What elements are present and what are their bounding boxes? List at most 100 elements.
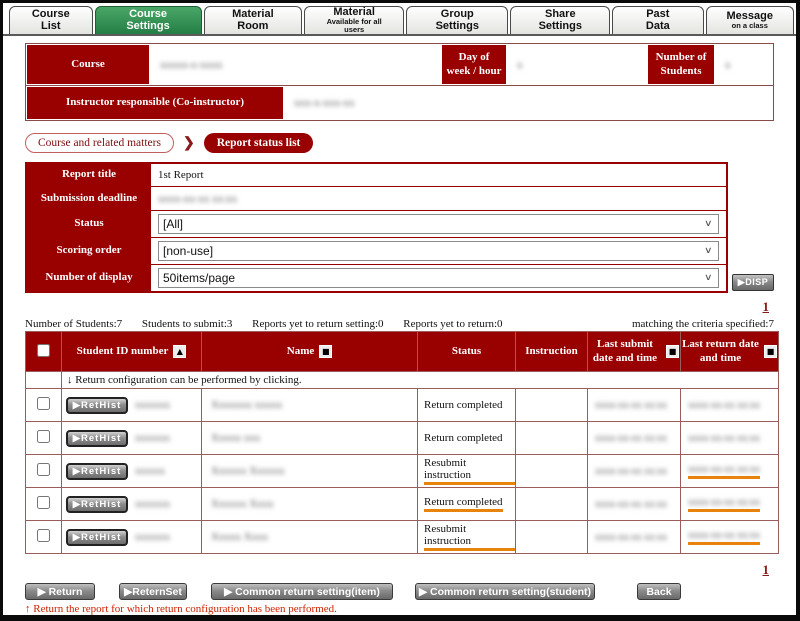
student-name-link[interactable]: Xxxxxx Xxxxxx <box>211 465 285 477</box>
status-value-highlighted: Return completed <box>424 496 503 512</box>
table-header-row: Student ID number▲ Name■ Status Instruct… <box>26 332 779 372</box>
row-checkbox[interactable] <box>37 463 50 476</box>
sort-icon-return[interactable]: ■ <box>764 345 777 358</box>
sort-icon-submit[interactable]: ■ <box>666 345 679 358</box>
last-submit-datetime: xxxx-xx-xx xx:xx <box>595 433 667 444</box>
status-select[interactable]: [All] <box>158 214 719 234</box>
breadcrumb: Course and related matters ❯ Report stat… <box>25 133 774 153</box>
page-1-link-bottom[interactable]: 1 <box>763 562 770 577</box>
student-id: xxxxxxx <box>135 532 170 543</box>
tab-share-settings[interactable]: Share Settings <box>510 6 610 34</box>
student-name-link[interactable]: Xxxxxxx xxxxx <box>211 399 282 411</box>
status-value-highlighted: Resubmit instruction <box>424 457 515 485</box>
tab-material-sublabel: Available for all users <box>316 18 392 34</box>
table-row: ▶RetHist xxxxxxx Xxxxx xxx Return complet… <box>26 422 779 455</box>
back-button[interactable]: Back <box>637 583 681 600</box>
row-checkbox[interactable] <box>37 496 50 509</box>
row-checkbox[interactable] <box>37 430 50 443</box>
display-select-wrap: 50items/page <box>158 268 719 288</box>
status-filter-row: Status [All] <box>27 210 726 237</box>
tab-past-data[interactable]: Past Data <box>612 6 703 34</box>
submission-deadline-label: Submission deadline <box>27 187 151 210</box>
header-instruction: Instruction <box>525 345 578 358</box>
breadcrumb-course-related-matters[interactable]: Course and related matters <box>25 133 174 153</box>
tab-message-sublabel: on a class <box>732 22 768 30</box>
sort-asc-icon[interactable]: ▲ <box>173 345 186 358</box>
last-submit-datetime: xxxx-xx-xx xx:xx <box>595 466 667 477</box>
course-value: xxxxx-x-xxxx <box>150 44 441 85</box>
row-checkbox[interactable] <box>37 529 50 542</box>
table-row: ▶RetHistxxxxxxx Xxxxxx Xxxx Return compl… <box>26 488 779 521</box>
return-set-button[interactable]: ▶ReternSet <box>119 583 187 600</box>
header-last-return: Last return date and time <box>682 338 759 364</box>
scoring-order-row: Scoring order [non-use] <box>27 237 726 264</box>
tab-course-settings[interactable]: Course Settings <box>95 6 202 34</box>
note-empty-cell <box>26 372 62 389</box>
common-return-setting-item-button[interactable]: ▶ Common return setting(item) <box>211 583 393 600</box>
summary-yet-return-setting: Reports yet to return setting:0 <box>252 318 383 330</box>
tab-material-room[interactable]: Material Room <box>204 6 303 34</box>
tab-material[interactable]: Material Available for all users <box>304 6 404 34</box>
last-submit-datetime: xxxx-xx-xx xx:xx <box>595 400 667 411</box>
rethist-button[interactable]: ▶RetHist <box>66 397 128 414</box>
course-label: Course <box>26 44 150 85</box>
instructor-value: xxx-x-xxx-xx <box>284 86 773 120</box>
student-name-link[interactable]: Xxxxx xxx <box>211 432 260 444</box>
status-value: Return completed <box>424 432 503 444</box>
last-submit-datetime: xxxx-xx-xx xx:xx <box>595 532 667 543</box>
sort-icon-name[interactable]: ■ <box>319 345 332 358</box>
day-of-week-label: Day of week / hour <box>441 44 507 85</box>
report-status-table: Student ID number▲ Name■ Status Instruct… <box>25 331 779 554</box>
disp-button[interactable]: ▶DISP <box>732 274 774 291</box>
footer-note: ↑ Return the report for which return con… <box>25 603 774 615</box>
status-filter-label: Status <box>27 211 151 237</box>
rethist-button[interactable]: ▶RetHist <box>66 430 128 447</box>
report-status-page: Course List Course Settings Material Roo… <box>0 0 800 621</box>
summary-students-to-submit: Students to submit:3 <box>142 318 232 330</box>
header-name: Name <box>287 345 315 358</box>
instruction-cell <box>516 389 588 422</box>
status-value-highlighted: Resubmit instruction <box>424 523 515 551</box>
student-name-link[interactable]: Xxxxx Xxxx <box>211 531 268 543</box>
page-1-link-top[interactable]: 1 <box>763 299 770 314</box>
tab-group-settings[interactable]: Group Settings <box>406 6 508 34</box>
header-student-id: Student ID number <box>77 345 169 358</box>
student-id: xxxxxxx <box>135 433 170 444</box>
rethist-button[interactable]: ▶RetHist <box>66 496 128 513</box>
scoring-select-wrap: [non-use] <box>158 241 719 261</box>
scoring-order-select[interactable]: [non-use] <box>158 241 719 261</box>
student-id: xxxxxxx <box>135 400 170 411</box>
filter-table: Report title 1st Report Submission deadl… <box>25 162 728 293</box>
rethist-button[interactable]: ▶RetHist <box>66 529 128 546</box>
return-config-note: ↓ Return configuration can be performed … <box>62 372 779 389</box>
summary-line: Number of Students:7 Students to submit:… <box>25 318 774 330</box>
rethist-button[interactable]: ▶RetHist <box>66 463 128 480</box>
submission-deadline-value: xxxx-xx-xx xx:xx <box>151 187 726 210</box>
tab-course-list[interactable]: Course List <box>9 6 93 34</box>
status-select-wrap: [All] <box>158 214 719 234</box>
summary-matching-criteria: matching the criteria specified:7 <box>632 318 774 330</box>
last-return-datetime: xxxx-xx-xx xx:xx <box>688 433 760 444</box>
number-of-display-label: Number of display <box>27 265 151 291</box>
course-info-row-1: Course xxxxx-x-xxxx Day of week / hour x… <box>26 44 773 85</box>
tab-message[interactable]: Message on a class <box>706 6 794 34</box>
return-button[interactable]: ▶ Return <box>25 583 95 600</box>
course-info-table: Course xxxxx-x-xxxx Day of week / hour x… <box>25 43 774 121</box>
submission-deadline-row: Submission deadline xxxx-xx-xx xx:xx <box>27 186 726 210</box>
last-submit-datetime: xxxx-xx-xx xx:xx <box>595 499 667 510</box>
number-of-display-select[interactable]: 50items/page <box>158 268 719 288</box>
row-checkbox[interactable] <box>37 397 50 410</box>
last-return-datetime-highlighted: xxxx-xx-xx xx:xx <box>688 464 760 475</box>
student-name-link[interactable]: Xxxxxx Xxxx <box>211 498 274 510</box>
table-row: ▶RetHist xxxxxxx Xxxxx Xxxx Resubmit inst… <box>26 521 779 554</box>
number-of-display-row: Number of display 50items/page <box>27 264 726 291</box>
instruction-cell <box>516 422 588 455</box>
chevron-right-icon: ❯ <box>183 135 195 152</box>
common-return-setting-student-button[interactable]: ▶ Common return setting(student) <box>415 583 595 600</box>
summary-number-of-students: Number of Students:7 <box>25 318 122 330</box>
day-of-week-value: x <box>507 44 647 85</box>
number-of-students-label: Number of Students <box>647 44 715 85</box>
pagination-top: 1 <box>30 298 769 316</box>
course-info-row-2: Instructor responsible (Co-instructor) x… <box>26 85 773 120</box>
select-all-checkbox[interactable] <box>37 344 50 357</box>
